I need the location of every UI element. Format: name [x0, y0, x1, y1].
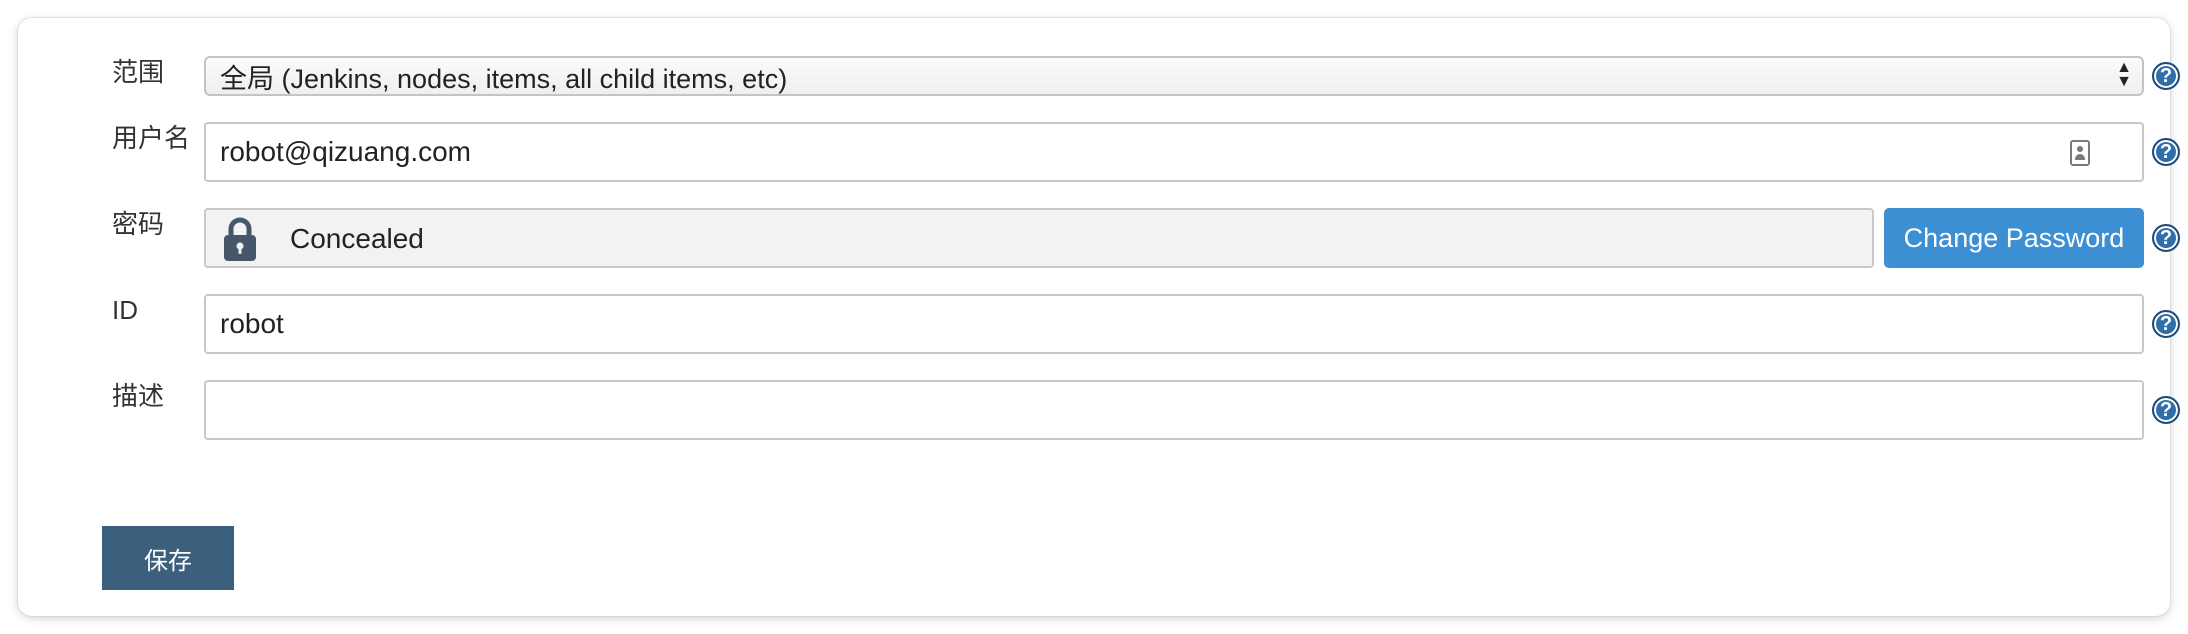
scope-label: 范围 — [112, 57, 165, 87]
scope-select[interactable]: 全局 (Jenkins, nodes, items, all child ite… — [204, 56, 2144, 96]
password-help-icon[interactable]: ? — [2152, 224, 2180, 252]
change-password-button[interactable]: Change Password — [1884, 208, 2144, 268]
password-label: 密码 — [112, 209, 165, 239]
description-label: 描述 — [112, 381, 165, 411]
save-button[interactable]: 保存 — [102, 526, 234, 590]
id-label: ID — [112, 295, 138, 325]
credentials-form-panel: 范围 全局 (Jenkins, nodes, items, all child … — [18, 18, 2180, 616]
username-input[interactable]: robot@qizuang.com — [204, 122, 2144, 182]
password-concealed-text: Concealed — [290, 223, 424, 254]
username-label: 用户名 — [112, 123, 191, 153]
up-down-arrows-icon: ▲ ▼ — [2116, 59, 2132, 90]
scope-select-value: 全局 (Jenkins, nodes, items, all child ite… — [220, 63, 788, 94]
password-field: Concealed — [204, 208, 1874, 268]
username-value: robot@qizuang.com — [220, 136, 472, 167]
description-input[interactable] — [204, 380, 2144, 440]
contact-card-icon[interactable] — [2070, 140, 2090, 166]
username-help-icon[interactable]: ? — [2152, 138, 2180, 166]
description-help-icon[interactable]: ? — [2152, 396, 2180, 424]
lock-icon — [224, 217, 256, 261]
id-input[interactable]: robot — [204, 294, 2144, 354]
id-value: robot — [220, 308, 284, 339]
id-help-icon[interactable]: ? — [2152, 310, 2180, 338]
scope-help-icon[interactable]: ? — [2152, 62, 2180, 90]
